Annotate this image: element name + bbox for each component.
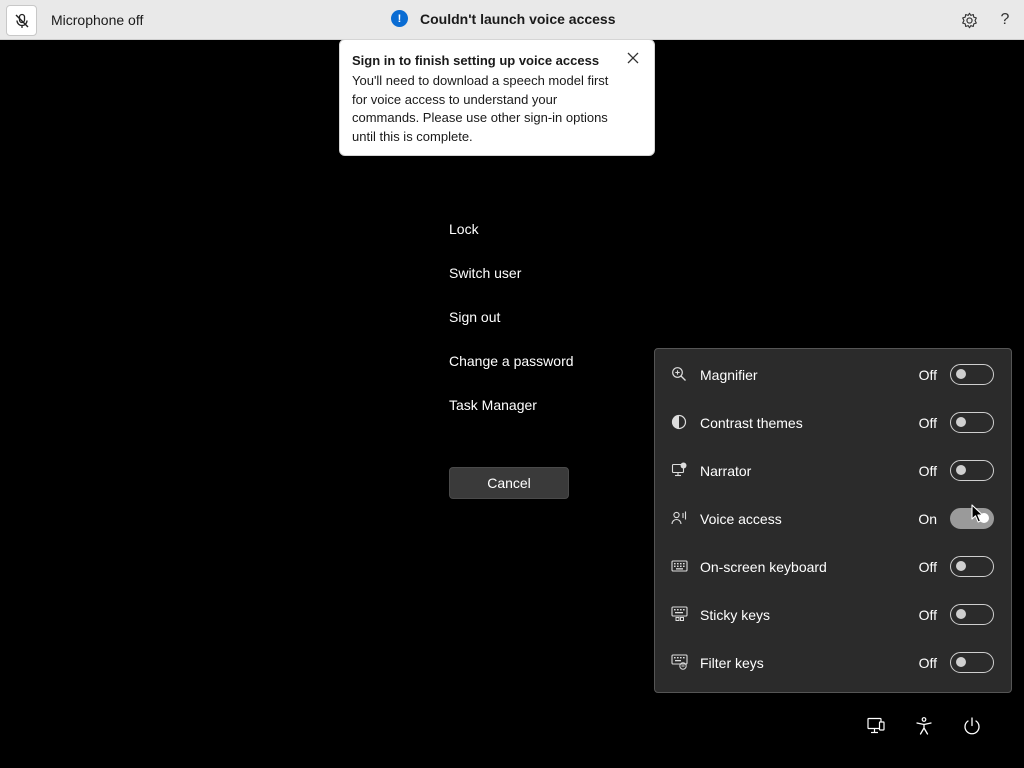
filter-keys-toggle[interactable] — [950, 652, 994, 673]
contrast-themes-row[interactable]: Contrast themes Off — [655, 398, 1011, 446]
settings-button[interactable] — [959, 10, 979, 30]
sticky-keys-label: Sticky keys — [700, 607, 771, 623]
filter-keys-row[interactable]: Filter keys Off — [655, 638, 1011, 686]
power-button[interactable] — [960, 714, 984, 738]
on-screen-keyboard-label: On-screen keyboard — [700, 559, 827, 575]
narrator-icon — [670, 461, 688, 479]
voice-access-row[interactable]: Voice access On — [655, 494, 1011, 542]
microphone-button[interactable] — [6, 5, 37, 36]
sticky-keys-toggle[interactable] — [950, 604, 994, 625]
on-screen-keyboard-state: Off — [918, 559, 937, 575]
voice-access-notification: Sign in to finish setting up voice acces… — [339, 39, 655, 156]
network-button[interactable] — [864, 714, 888, 738]
sticky-keys-icon — [670, 605, 688, 623]
magnifier-row[interactable]: Magnifier Off — [655, 350, 1011, 398]
notification-body: You'll need to download a speech model f… — [352, 73, 609, 144]
microphone-status-label: Microphone off — [51, 12, 144, 28]
voice-access-label: Voice access — [700, 511, 782, 527]
close-icon — [627, 52, 639, 64]
lock-option[interactable]: Lock — [449, 221, 479, 237]
magnifier-toggle[interactable] — [950, 364, 994, 385]
cancel-button[interactable]: Cancel — [449, 467, 569, 499]
on-screen-keyboard-toggle[interactable] — [950, 556, 994, 577]
contrast-themes-label: Contrast themes — [700, 415, 803, 431]
info-icon: ! — [391, 10, 408, 27]
contrast-icon — [670, 413, 688, 431]
change-password-option[interactable]: Change a password — [449, 353, 574, 369]
sign-out-option[interactable]: Sign out — [449, 309, 500, 325]
voice-access-icon — [670, 509, 688, 527]
switch-user-option[interactable]: Switch user — [449, 265, 521, 281]
magnifier-label: Magnifier — [700, 367, 758, 383]
on-screen-keyboard-row[interactable]: On-screen keyboard Off — [655, 542, 1011, 590]
contrast-themes-state: Off — [918, 415, 937, 431]
accessibility-icon — [916, 717, 932, 735]
narrator-label: Narrator — [700, 463, 752, 479]
status-message: Couldn't launch voice access — [420, 10, 616, 27]
contrast-themes-toggle[interactable] — [950, 412, 994, 433]
mouse-cursor-icon — [971, 504, 984, 523]
sticky-keys-state: Off — [918, 607, 937, 623]
gear-icon — [961, 12, 977, 28]
network-icon — [867, 717, 885, 734]
narrator-state: Off — [918, 463, 937, 479]
task-manager-option[interactable]: Task Manager — [449, 397, 537, 413]
narrator-row[interactable]: Narrator Off — [655, 446, 1011, 494]
power-icon — [964, 717, 980, 735]
keyboard-icon — [670, 557, 688, 575]
magnifier-icon — [670, 365, 688, 383]
help-button[interactable]: ? — [996, 9, 1014, 31]
narrator-toggle[interactable] — [950, 460, 994, 481]
filter-keys-label: Filter keys — [700, 655, 764, 671]
accessibility-button[interactable] — [912, 714, 936, 738]
voice-access-status: ! Couldn't launch voice access — [391, 10, 616, 27]
close-button[interactable] — [626, 51, 640, 65]
accessibility-flyout: Magnifier Off Contrast themes Off Narrat… — [654, 348, 1012, 693]
voice-access-state: On — [918, 511, 937, 527]
filter-keys-icon — [670, 653, 688, 671]
magnifier-state: Off — [918, 367, 937, 383]
notification-title: Sign in to finish setting up voice acces… — [352, 53, 600, 68]
voice-access-bar: Microphone off ! Couldn't launch voice a… — [0, 0, 1024, 40]
microphone-off-icon — [15, 13, 28, 28]
sticky-keys-row[interactable]: Sticky keys Off — [655, 590, 1011, 638]
filter-keys-state: Off — [918, 655, 937, 671]
